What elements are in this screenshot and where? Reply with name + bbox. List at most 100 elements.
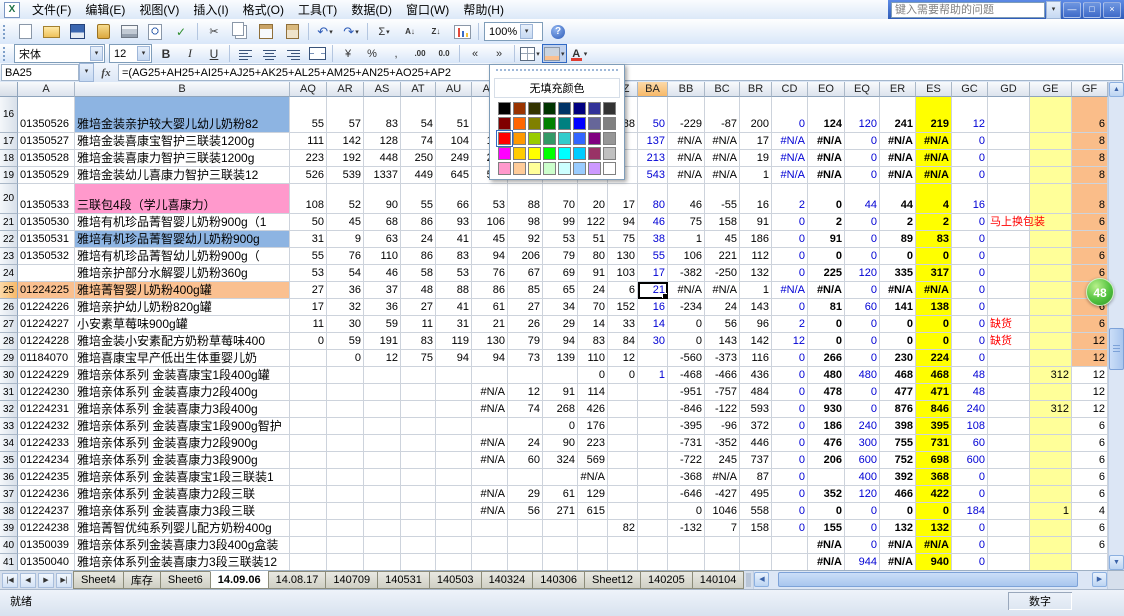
cell-GF31[interactable]: 12 (1072, 384, 1108, 401)
cell-EQ16[interactable]: 120 (845, 97, 880, 133)
cell-B18[interactable]: 雅培金装喜康力智护三联装1200g (75, 150, 290, 167)
cell-GC35[interactable]: 600 (952, 452, 988, 469)
column-header-AU[interactable]: AU (436, 82, 472, 97)
cell-GC23[interactable]: 0 (952, 248, 988, 265)
cell-AS16[interactable]: 83 (364, 97, 401, 133)
cell-EQ40[interactable]: 0 (845, 537, 880, 554)
cell-ER27[interactable]: 0 (880, 316, 916, 333)
cell-A27[interactable]: 01224227 (18, 316, 75, 333)
cell-AS34[interactable] (364, 435, 401, 452)
cell-AV38[interactable]: #N/A (472, 503, 508, 520)
cell-AT21[interactable]: 86 (401, 214, 436, 231)
color-swatch[interactable] (513, 117, 526, 130)
cell-AY34[interactable]: 223 (578, 435, 608, 452)
cell-BC40[interactable] (705, 537, 740, 554)
cell-AR21[interactable]: 45 (327, 214, 364, 231)
cell-AX28[interactable]: 94 (543, 333, 578, 350)
cell-EO41[interactable]: #N/A (808, 554, 845, 570)
cell-AX27[interactable]: 29 (543, 316, 578, 333)
cell-AW24[interactable]: 67 (508, 265, 543, 282)
cell-GD38[interactable] (988, 503, 1030, 520)
cell-ES31[interactable]: 471 (916, 384, 952, 401)
cell-AR38[interactable] (327, 503, 364, 520)
cell-ER41[interactable]: #N/A (880, 554, 916, 570)
cell-AR33[interactable] (327, 418, 364, 435)
cell-AY22[interactable]: 51 (578, 231, 608, 248)
cell-BR28[interactable]: 142 (740, 333, 772, 350)
cell-AT32[interactable] (401, 401, 436, 418)
cell-AT35[interactable] (401, 452, 436, 469)
cell-BC23[interactable]: 221 (705, 248, 740, 265)
sheet-tab-Sheet12[interactable]: Sheet12 (584, 571, 641, 589)
color-swatch[interactable] (558, 102, 571, 115)
cell-GE40[interactable] (1030, 537, 1072, 554)
cell-ES32[interactable]: 846 (916, 401, 952, 418)
cell-AU19[interactable]: 645 (436, 167, 472, 184)
cell-AS31[interactable] (364, 384, 401, 401)
cell-BA27[interactable]: 14 (638, 316, 668, 333)
menu-item[interactable]: 编辑(E) (78, 0, 132, 20)
row-header-41[interactable]: 41 (0, 554, 18, 570)
cell-AQ40[interactable] (290, 537, 327, 554)
cell-CD33[interactable]: 0 (772, 418, 808, 435)
cell-A36[interactable]: 01224235 (18, 469, 75, 486)
row-header-38[interactable]: 38 (0, 503, 18, 520)
row-header-19[interactable]: 19 (0, 167, 18, 184)
cell-AU16[interactable]: 51 (436, 97, 472, 133)
cell-BA22[interactable]: 38 (638, 231, 668, 248)
cell-CD38[interactable]: 0 (772, 503, 808, 520)
cell-AT26[interactable]: 27 (401, 299, 436, 316)
cell-AT28[interactable]: 83 (401, 333, 436, 350)
cell-B25[interactable]: 雅培菁智婴儿奶粉400g罐 (75, 282, 290, 299)
cell-AV34[interactable]: #N/A (472, 435, 508, 452)
cell-GC20[interactable]: 16 (952, 184, 988, 214)
color-swatch[interactable] (513, 162, 526, 175)
cell-AT30[interactable] (401, 367, 436, 384)
cell-A33[interactable]: 01224232 (18, 418, 75, 435)
cell-AY20[interactable]: 20 (578, 184, 608, 214)
cell-ES33[interactable]: 395 (916, 418, 952, 435)
cell-EO32[interactable]: 930 (808, 401, 845, 418)
cell-AR27[interactable]: 30 (327, 316, 364, 333)
menu-item[interactable]: 格式(O) (236, 0, 291, 20)
cell-GF34[interactable]: 6 (1072, 435, 1108, 452)
cell-ES18[interactable]: #N/A (916, 150, 952, 167)
cell-GD28[interactable]: 缺货 (988, 333, 1030, 350)
cell-AR22[interactable]: 9 (327, 231, 364, 248)
sheet-tab-库存[interactable]: 库存 (123, 571, 161, 589)
column-header-BR[interactable]: BR (740, 82, 772, 97)
cell-BA25[interactable]: 21 (638, 282, 668, 299)
cell-AU35[interactable] (436, 452, 472, 469)
cell-GC39[interactable]: 0 (952, 520, 988, 537)
row-header-23[interactable]: 23 (0, 248, 18, 265)
cell-GE19[interactable] (1030, 167, 1072, 184)
row-header-31[interactable]: 31 (0, 384, 18, 401)
cell-AW39[interactable] (508, 520, 543, 537)
cell-BC36[interactable]: #N/A (705, 469, 740, 486)
color-swatch[interactable] (543, 132, 556, 145)
cell-CD31[interactable]: 0 (772, 384, 808, 401)
cell-AU20[interactable]: 66 (436, 184, 472, 214)
cell-GC38[interactable]: 184 (952, 503, 988, 520)
cell-GF38[interactable]: 4 (1072, 503, 1108, 520)
cell-AR26[interactable]: 32 (327, 299, 364, 316)
cell-BC20[interactable]: -55 (705, 184, 740, 214)
color-swatch[interactable] (498, 132, 511, 145)
row-header-27[interactable]: 27 (0, 316, 18, 333)
cell-B34[interactable]: 雅培亲体系列 金装喜康力2段900g (75, 435, 290, 452)
cell-BR33[interactable]: 372 (740, 418, 772, 435)
cell-ER21[interactable]: 2 (880, 214, 916, 231)
cell-BB28[interactable]: 0 (668, 333, 705, 350)
color-swatch[interactable] (588, 147, 601, 160)
cell-EQ41[interactable]: 944 (845, 554, 880, 570)
cell-GC17[interactable]: 0 (952, 133, 988, 150)
cell-AZ29[interactable]: 12 (608, 350, 638, 367)
cell-ER38[interactable]: 0 (880, 503, 916, 520)
cell-EQ33[interactable]: 240 (845, 418, 880, 435)
cell-AQ17[interactable]: 111 (290, 133, 327, 150)
cell-EQ36[interactable]: 400 (845, 469, 880, 486)
cell-GE22[interactable] (1030, 231, 1072, 248)
cell-AS27[interactable]: 59 (364, 316, 401, 333)
cell-AQ28[interactable]: 0 (290, 333, 327, 350)
cell-CD26[interactable]: 0 (772, 299, 808, 316)
